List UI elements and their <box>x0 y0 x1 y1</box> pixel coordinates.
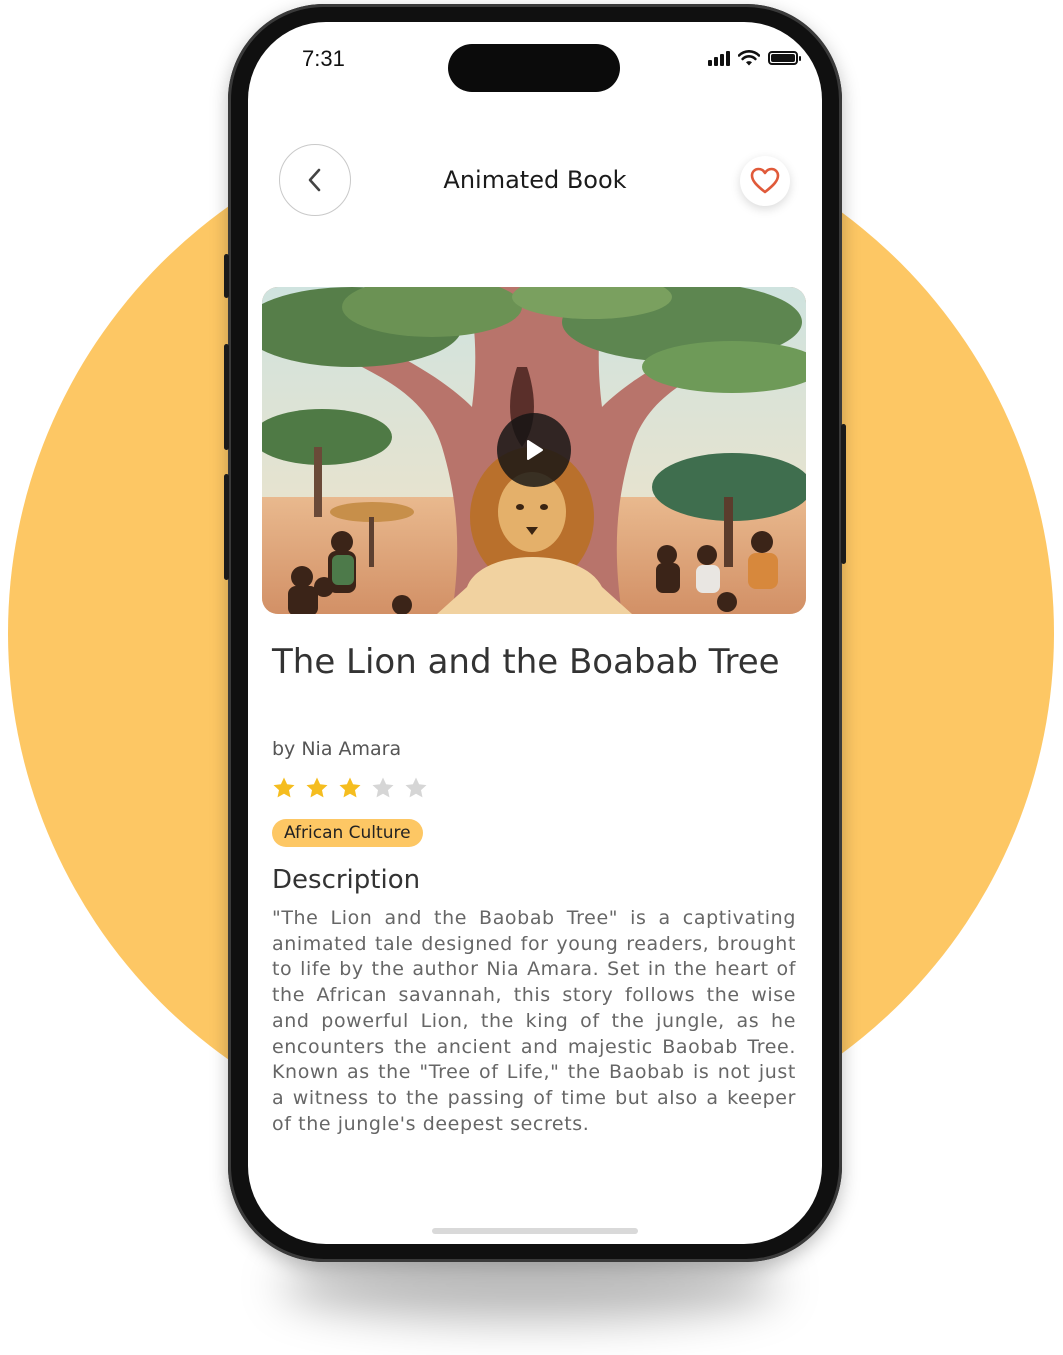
play-icon <box>527 440 543 460</box>
volume-down-button <box>224 474 229 580</box>
dynamic-island <box>448 44 620 92</box>
phone-frame: 7:31 Animated Book The Lion and the Boab… <box>224 4 846 1262</box>
description-heading: Description <box>272 865 421 895</box>
star-empty-icon <box>405 777 427 798</box>
star-filled-icon <box>339 777 361 798</box>
book-cover-video[interactable] <box>262 287 806 614</box>
book-author: by Nia Amara <box>272 738 402 760</box>
page-title: Animated Book <box>443 166 627 194</box>
wifi-icon <box>738 50 760 66</box>
app-screen: 7:31 Animated Book The Lion and the Boab… <box>248 22 822 1244</box>
action-button <box>224 254 229 298</box>
status-time: 7:31 <box>302 46 345 71</box>
category-tag[interactable]: African Culture <box>272 819 423 847</box>
heart-icon <box>750 167 780 194</box>
book-title: The Lion and the Boabab Tree <box>272 642 780 682</box>
star-filled-icon <box>306 777 328 798</box>
status-icons <box>708 50 801 66</box>
star-empty-icon <box>372 777 394 798</box>
cellular-signal-icon <box>708 50 730 66</box>
favorite-button[interactable] <box>740 156 790 206</box>
star-rating <box>272 776 428 800</box>
battery-icon <box>768 51 801 65</box>
power-button <box>841 424 846 564</box>
home-indicator[interactable] <box>432 1228 638 1234</box>
volume-up-button <box>224 344 229 450</box>
description-text: "The Lion and the Baobab Tree" is a capt… <box>272 907 796 1135</box>
play-button[interactable] <box>497 413 571 487</box>
star-filled-icon <box>273 777 295 798</box>
